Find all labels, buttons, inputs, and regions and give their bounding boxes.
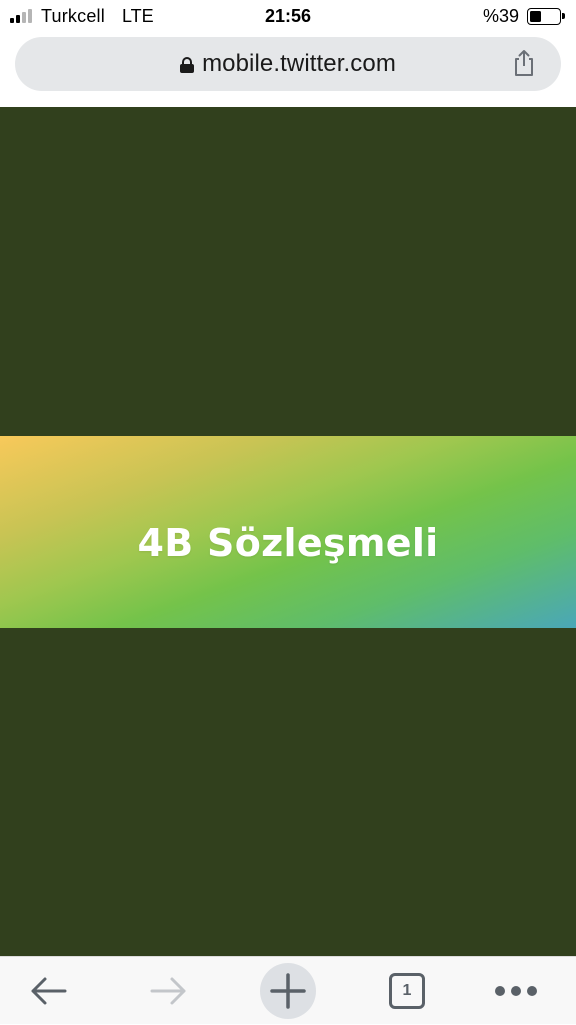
- page-content: 4B Sözleşmeli: [0, 107, 576, 956]
- more-button[interactable]: [476, 957, 556, 1025]
- status-bar: Turkcell LTE 21:56 %39: [0, 0, 576, 32]
- back-arrow-icon: [31, 977, 67, 1005]
- tabs-button[interactable]: 1: [367, 957, 447, 1025]
- forward-button[interactable]: [128, 957, 208, 1025]
- banner-title: 4B Sözleşmeli: [137, 521, 439, 565]
- tab-count: 1: [402, 982, 412, 999]
- new-tab-button[interactable]: [248, 957, 328, 1025]
- address-bar[interactable]: mobile.twitter.com: [15, 37, 561, 91]
- back-button[interactable]: [9, 957, 89, 1025]
- address-display[interactable]: mobile.twitter.com: [15, 37, 561, 91]
- url-text: mobile.twitter.com: [202, 50, 396, 77]
- forward-arrow-icon: [150, 977, 186, 1005]
- battery-percent: %39: [483, 6, 520, 26]
- tabs-icon: 1: [389, 973, 425, 1009]
- banner-image[interactable]: 4B Sözleşmeli: [0, 436, 576, 628]
- plus-icon: [270, 973, 306, 1009]
- share-icon[interactable]: [509, 48, 539, 78]
- lock-icon: [180, 57, 195, 73]
- more-icon: [495, 986, 537, 996]
- browser-toolbar: 1: [0, 956, 576, 1024]
- battery-icon: [527, 8, 565, 25]
